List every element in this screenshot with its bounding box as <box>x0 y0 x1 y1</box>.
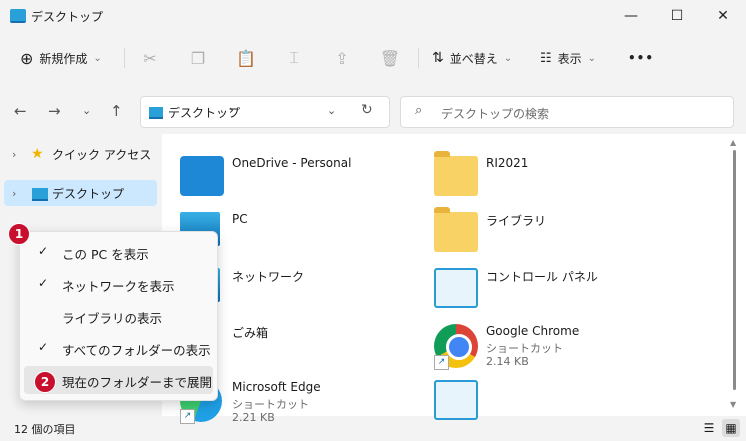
share-icon[interactable]: ⇪ <box>330 46 354 70</box>
copy-icon[interactable]: ❐ <box>186 46 210 70</box>
annotation-badge-2: 2 <box>34 371 56 393</box>
search-box[interactable]: ⌕ デスクトップの検索 <box>400 96 734 128</box>
navigation-bar: ← → ⌄ ↑ デスクトップ › ⌄ ↻ ⌕ デスクトップの検索 <box>0 92 746 132</box>
item-count: 12 個の項目 <box>14 423 76 436</box>
breadcrumb-chevron-icon[interactable]: › <box>229 103 234 117</box>
item-name: ごみ箱 <box>232 326 269 340</box>
item-type: ショートカット <box>232 398 309 411</box>
address-dropdown-icon[interactable]: ⌄ <box>327 104 336 117</box>
list-item[interactable]: ↗ Google Chrome ショートカット 2.14 KB <box>416 318 666 370</box>
up-arrow-icon[interactable]: ↑ <box>110 102 123 120</box>
expand-chevron-icon[interactable]: › <box>12 187 16 200</box>
window-title: デスクトップ <box>31 10 104 24</box>
sort-icon: ⇅ <box>432 50 444 66</box>
annotation-badge-1: 1 <box>8 223 30 245</box>
sort-label: 並べ替え <box>449 51 498 66</box>
item-name: Google Chrome <box>486 324 580 338</box>
chrome-icon: ↗ <box>434 324 478 370</box>
check-icon: ✓ <box>38 340 49 354</box>
list-item[interactable]: ライブラリ <box>416 206 666 258</box>
library-icon <box>434 207 478 252</box>
maximize-button[interactable]: ☐ <box>654 0 700 32</box>
sidebar-item-label: デスクトップ <box>52 186 125 201</box>
sort-button[interactable]: ⇅ 並べ替え ⌄ <box>432 44 512 72</box>
paste-icon[interactable]: 📋 <box>234 46 258 70</box>
minimize-button[interactable]: — <box>608 0 654 32</box>
sidebar-item-label: クイック アクセス <box>52 147 152 162</box>
more-options-button[interactable]: ••• <box>628 44 654 72</box>
item-name: OneDrive - Personal <box>232 156 352 170</box>
chevron-down-icon: ⌄ <box>503 52 513 64</box>
menu-item-show-all-folders[interactable]: ✓ すべてのフォルダーの表示 <box>24 334 213 362</box>
check-icon: ✓ <box>38 244 49 258</box>
item-name: Microsoft Edge <box>232 380 321 394</box>
details-view-icon[interactable]: ☰ <box>700 419 718 437</box>
menu-item-label: ライブラリの表示 <box>62 311 163 326</box>
menu-item-label: この PC を表示 <box>62 247 149 262</box>
command-bar: ⊕ 新規作成 ⌄ ✂ ❐ 📋 ⌶ ⇪ 🗑 ⇅ 並べ替え ⌄ ☷ 表示 ⌄ ••• <box>0 36 746 80</box>
desktop-folder-icon <box>32 188 48 201</box>
view-label: 表示 <box>557 51 582 66</box>
list-item[interactable]: OneDrive - Personal <box>162 150 412 202</box>
new-button[interactable]: ⊕ 新規作成 ⌄ <box>20 44 102 72</box>
cut-icon[interactable]: ✂ <box>138 46 162 70</box>
title-bar: デスクトップ — ☐ ✕ <box>0 0 746 32</box>
toolbar-divider <box>124 48 125 68</box>
expand-chevron-icon[interactable]: › <box>12 148 16 161</box>
desktop-folder-icon <box>149 107 163 119</box>
new-label: 新規作成 <box>39 51 88 66</box>
menu-item-label: ネットワークを表示 <box>62 279 175 294</box>
list-item[interactable]: RI2021 <box>416 150 666 202</box>
item-type: ショートカット <box>486 342 563 355</box>
menu-item-label: すべてのフォルダーの表示 <box>62 343 211 358</box>
shortcut-arrow-icon: ↗ <box>434 355 449 370</box>
item-name: RI2021 <box>486 156 529 170</box>
check-icon: ✓ <box>38 276 49 290</box>
star-icon: ★ <box>31 146 44 162</box>
view-button[interactable]: ☷ 表示 ⌄ <box>540 44 596 72</box>
file-list: OneDrive - Personal RI2021 PC ライブラリ ネットワ… <box>162 134 746 424</box>
chevron-down-icon: ⌄ <box>587 52 597 64</box>
control-panel-icon <box>434 380 478 420</box>
menu-item-label: 現在のフォルダーまで展開 <box>62 375 213 390</box>
item-name: ライブラリ <box>486 214 547 228</box>
recent-locations-icon[interactable]: ⌄ <box>82 104 91 117</box>
scroll-down-arrow-icon[interactable]: ▼ <box>730 400 736 409</box>
folder-icon <box>434 151 478 196</box>
toolbar-divider <box>418 48 419 68</box>
onedrive-folder-icon <box>180 156 224 196</box>
view-icon: ☷ <box>540 50 552 66</box>
status-bar: 12 個の項目 ☰ ▦ <box>0 416 746 441</box>
sidebar-item-desktop[interactable]: › デスクトップ <box>4 180 157 206</box>
menu-item-show-this-pc[interactable]: ✓ この PC を表示 <box>24 238 213 266</box>
search-icon: ⌕ <box>415 103 423 118</box>
sidebar-item-quick-access[interactable]: › ★ クイック アクセス <box>4 141 157 167</box>
control-panel-icon <box>434 268 478 308</box>
plus-icon: ⊕ <box>20 48 34 68</box>
back-arrow-icon[interactable]: ← <box>14 102 27 120</box>
rename-icon[interactable]: ⌶ <box>282 46 306 70</box>
forward-arrow-icon[interactable]: → <box>48 102 61 120</box>
scroll-up-arrow-icon[interactable]: ▲ <box>730 138 736 147</box>
list-item[interactable]: コントロール パネル <box>416 262 666 314</box>
refresh-icon[interactable]: ↻ <box>361 102 373 118</box>
close-button[interactable]: ✕ <box>700 0 746 32</box>
vertical-scrollbar[interactable] <box>733 150 736 390</box>
tiles-view-icon[interactable]: ▦ <box>722 419 740 437</box>
chevron-down-icon: ⌄ <box>93 52 102 64</box>
search-placeholder: デスクトップの検索 <box>441 107 550 121</box>
item-name: PC <box>232 212 248 226</box>
menu-item-show-network[interactable]: ✓ ネットワークを表示 <box>24 270 213 298</box>
item-name: ネットワーク <box>232 270 305 284</box>
file-explorer-window: デスクトップ — ☐ ✕ ⊕ 新規作成 ⌄ ✂ ❐ 📋 ⌶ ⇪ 🗑 ⇅ 並べ替え… <box>0 0 746 441</box>
delete-icon[interactable]: 🗑 <box>378 46 402 70</box>
item-name: コントロール パネル <box>486 270 598 284</box>
desktop-folder-icon <box>10 9 26 23</box>
item-size: 2.14 KB <box>486 355 529 368</box>
menu-item-show-libraries[interactable]: ライブラリの表示 <box>24 302 213 330</box>
address-bar[interactable]: デスクトップ › ⌄ ↻ <box>140 96 390 128</box>
